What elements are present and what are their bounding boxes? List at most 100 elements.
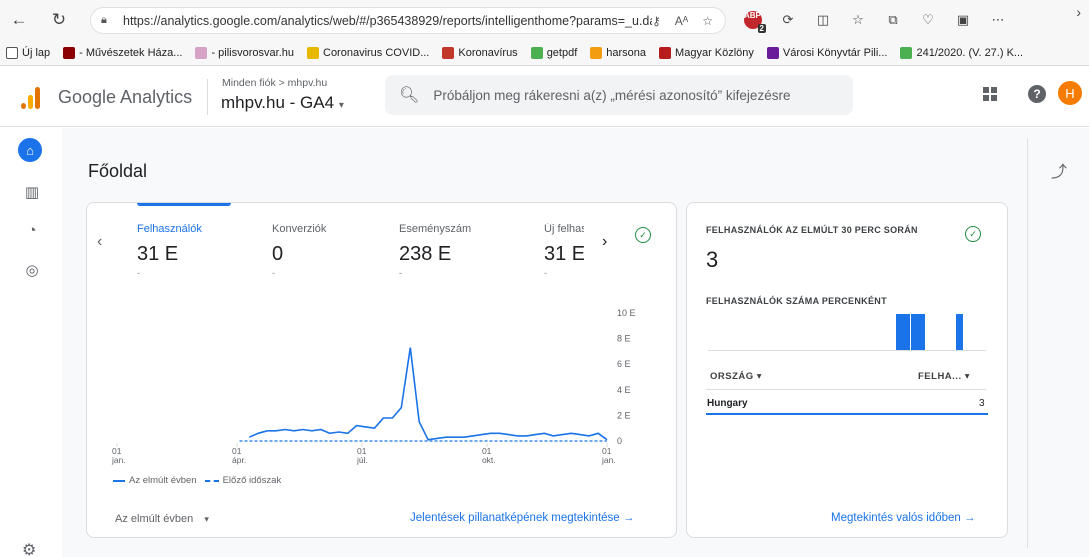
x-tick-label: júl. bbox=[356, 455, 368, 465]
bookmark-item[interactable]: getpdf bbox=[530, 46, 578, 59]
bookmark-favicon-icon bbox=[590, 46, 603, 59]
property-selector[interactable]: mhpv.hu - GA4 ▾ bbox=[221, 93, 344, 113]
bookmark-item[interactable]: - pilisvorosvar.hu bbox=[195, 46, 294, 59]
metric-tab-users[interactable]: Felhasználók 31 E - bbox=[137, 223, 202, 278]
metric-label: Konverziók bbox=[272, 223, 327, 235]
active-tab-indicator bbox=[137, 203, 231, 206]
legend-solid-swatch bbox=[113, 479, 125, 482]
help-icon[interactable]: ? bbox=[1028, 85, 1046, 103]
country-column-header[interactable]: ORSZÁG ▾ bbox=[710, 371, 762, 382]
realtime-value: 3 bbox=[706, 247, 719, 272]
view-realtime-link[interactable]: Megtekintés valós időben → bbox=[831, 512, 975, 524]
table-row-value: 3 bbox=[979, 398, 985, 409]
legend-previous-label: Előző időszak bbox=[222, 475, 282, 486]
bookmark-favicon-icon bbox=[530, 46, 543, 59]
insights-divider bbox=[1027, 138, 1028, 548]
x-tick-label: jan. bbox=[601, 455, 616, 465]
check-circle-icon[interactable]: ✓ bbox=[965, 226, 981, 242]
main-content: Főoldal ⤴ ‹ Felhasználók 31 E - Konverzi… bbox=[62, 128, 1089, 557]
metric-tab-new-users[interactable]: Új felhasz 31 E - bbox=[544, 223, 584, 278]
insights-icon[interactable]: ⤴ bbox=[1051, 158, 1067, 182]
bookmark-item[interactable]: 241/2020. (V. 27.) K... bbox=[900, 46, 1023, 59]
bookmark-label: getpdf bbox=[546, 46, 578, 59]
key-icon[interactable]: ⚷ bbox=[652, 14, 661, 28]
metric-tab-conversions[interactable]: Konverziók 0 - bbox=[272, 223, 326, 278]
table-row-country: Hungary bbox=[707, 398, 748, 409]
chart-legend: Az elmúlt évben Előző időszak bbox=[113, 475, 281, 486]
chevron-right-icon[interactable]: › bbox=[602, 233, 607, 251]
read-aloud-icon[interactable]: Aᴬ bbox=[675, 14, 688, 28]
page-title: Főoldal bbox=[88, 161, 148, 181]
more-menu-icon[interactable]: ⋯ bbox=[985, 8, 1011, 32]
reports-icon[interactable]: ▥ bbox=[22, 182, 42, 202]
adblock-icon[interactable]: ABP 2 bbox=[740, 8, 766, 33]
realtime-bar[interactable] bbox=[903, 314, 911, 350]
table-row-bar bbox=[706, 413, 988, 415]
bookmark-item[interactable]: Koronavírus bbox=[442, 46, 518, 59]
search-input[interactable]: 🔍︎ Próbáljon meg rákeresni a(z) „mérési … bbox=[385, 75, 853, 115]
bookmark-favicon-icon bbox=[659, 46, 672, 59]
bookmark-label: Coronavirus COVID... bbox=[323, 46, 430, 59]
bookmark-item[interactable]: Városi Könyvtár Pili... bbox=[766, 46, 888, 59]
metric-label: Új felhasz bbox=[544, 223, 584, 235]
bookmark-label: Koronavírus bbox=[458, 46, 518, 59]
edge-bar-icon[interactable]: ▣ bbox=[950, 8, 976, 32]
realtime-bar[interactable] bbox=[895, 314, 903, 350]
bookmark-label: Magyar Közlöny bbox=[675, 46, 754, 59]
back-icon[interactable]: ← bbox=[6, 7, 32, 33]
metric-delta: - bbox=[399, 268, 402, 278]
bookmark-item[interactable]: - Művészetek Háza... bbox=[63, 46, 182, 59]
chevron-left-icon[interactable]: ‹ bbox=[97, 233, 102, 251]
advertising-icon[interactable]: ◎ bbox=[22, 260, 42, 280]
favorite-icon[interactable]: ☆ bbox=[702, 14, 713, 28]
check-circle-icon[interactable]: ✓ bbox=[635, 227, 651, 243]
bookmarks-overflow-icon[interactable]: › bbox=[1076, 4, 1081, 20]
users-column-header[interactable]: FELHA... ▾ bbox=[918, 371, 970, 382]
favorites-icon[interactable]: ☆ bbox=[845, 8, 871, 32]
realtime-bar[interactable] bbox=[918, 314, 926, 350]
metric-tab-events[interactable]: Eseményszám 238 E - bbox=[399, 223, 471, 278]
bookmark-item[interactable]: Új lap bbox=[6, 46, 50, 59]
y-tick-label: 6 E bbox=[617, 359, 631, 369]
bookmark-item[interactable]: Coronavirus COVID... bbox=[307, 46, 430, 59]
reload-icon[interactable]: ↻ bbox=[46, 7, 72, 33]
current-period-line[interactable] bbox=[248, 347, 608, 441]
bookmark-item[interactable]: harsona bbox=[590, 46, 646, 59]
bookmark-item[interactable]: Magyar Közlöny bbox=[659, 46, 754, 59]
bookmark-label: - pilisvorosvar.hu bbox=[211, 46, 294, 59]
apps-grid-icon[interactable] bbox=[983, 87, 997, 101]
bookmark-label: Városi Könyvtár Pili... bbox=[782, 46, 888, 59]
collections-icon[interactable]: ⧉ bbox=[880, 8, 906, 32]
explore-icon[interactable]: ◔ bbox=[22, 220, 42, 240]
x-tick-label: ápr. bbox=[232, 455, 246, 465]
header-divider bbox=[207, 79, 208, 115]
metric-label: Eseményszám bbox=[399, 223, 472, 235]
avatar[interactable]: H bbox=[1058, 81, 1082, 105]
account-breadcrumb[interactable]: Minden fiók > mhpv.hu bbox=[222, 77, 327, 89]
realtime-bar[interactable] bbox=[955, 314, 963, 350]
realtime-bar-chart bbox=[708, 313, 986, 351]
analytics-logo-icon[interactable] bbox=[21, 87, 41, 109]
adblock-badge: 2 bbox=[757, 24, 766, 33]
realtime-subtitle: FELHASZNÁLÓK SZÁMA PERCENKÉNT bbox=[706, 296, 887, 306]
metric-value: 31 E bbox=[137, 243, 179, 265]
metric-label: Felhasználók bbox=[137, 223, 202, 235]
y-tick-label: 10 E bbox=[617, 308, 636, 318]
extension-icon[interactable]: ⟳ bbox=[775, 8, 801, 32]
bookmark-favicon-icon bbox=[6, 46, 18, 59]
address-bar[interactable]: 🔒︎ https://analytics.google.com/analytic… bbox=[90, 7, 726, 34]
realtime-title: FELHASZNÁLÓK AZ ELMÚLT 30 PERC SORÁN bbox=[706, 225, 918, 235]
realtime-bar[interactable] bbox=[910, 314, 918, 350]
browser-essentials-icon[interactable]: ♡ bbox=[915, 8, 941, 32]
table-divider bbox=[706, 389, 986, 390]
legend-dashed-swatch bbox=[204, 479, 219, 482]
url-text[interactable]: https://analytics.google.com/analytics/w… bbox=[123, 14, 652, 28]
legend-current-label: Az elmúlt évben bbox=[129, 475, 197, 486]
bookmark-favicon-icon bbox=[900, 46, 913, 59]
home-icon[interactable]: ⌂ bbox=[18, 138, 42, 162]
date-range-selector[interactable]: Az elmúlt évben ▾ bbox=[115, 513, 209, 525]
view-reports-snapshot-link[interactable]: Jelentések pillanatképének megtekintése … bbox=[410, 512, 634, 524]
app-title[interactable]: Google Analytics bbox=[58, 87, 192, 108]
split-screen-icon[interactable]: ◫ bbox=[810, 8, 836, 32]
settings-gear-icon[interactable]: ⚙ bbox=[22, 540, 36, 557]
